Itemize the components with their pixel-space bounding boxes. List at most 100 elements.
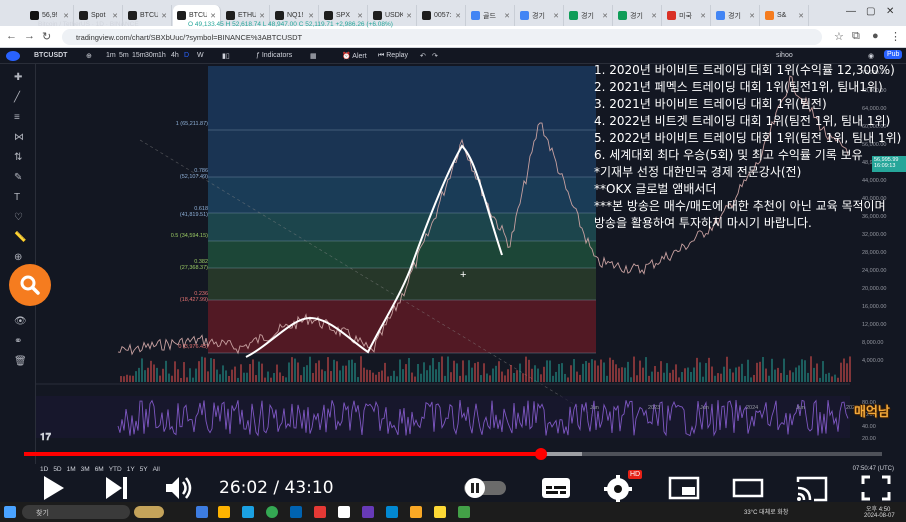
volume-bar (306, 365, 308, 382)
widgets-icon[interactable] (134, 506, 164, 518)
fib-level-label: 1 (65,211.87) (175, 121, 208, 127)
volume-bar (771, 358, 773, 382)
fib-level-label: 0.382 (27,368.37) (179, 259, 208, 271)
volume-bar (441, 356, 443, 382)
volume-bar (234, 366, 236, 382)
cursor-crosshair-icon: + (460, 269, 466, 281)
volume-bar (243, 372, 245, 382)
play-icon[interactable] (42, 474, 66, 502)
miniplayer-icon[interactable] (668, 474, 700, 502)
volume-bar (720, 373, 722, 382)
overlay-line: 3. 2021년 바이비트 트레이딩 대회 1위(팀전) (594, 97, 827, 111)
app-icon-4[interactable] (362, 506, 374, 518)
range-1D[interactable]: 1D (40, 466, 48, 473)
fib-level-label: 0.786 (52,107.49) (179, 168, 208, 180)
range-5Y[interactable]: 5Y (140, 466, 148, 473)
tray-time[interactable]: 오후 4:50 (866, 504, 890, 513)
range-6M[interactable]: 6M (95, 466, 104, 473)
volume-bar (726, 356, 728, 382)
volume-bar (498, 361, 500, 382)
weather-info[interactable]: 33°C 대체로 화창 (744, 507, 788, 516)
volume-bar (687, 367, 689, 382)
volume-bar (723, 366, 725, 382)
range-5D[interactable]: 5D (53, 466, 61, 473)
next-icon[interactable] (104, 474, 130, 502)
time-tick-label: 2023 (648, 405, 661, 411)
fullscreen-icon[interactable] (860, 474, 892, 502)
subtitles-icon[interactable] (540, 474, 572, 502)
search-button[interactable] (9, 264, 51, 306)
volume-bar (153, 364, 155, 382)
app-icon-2[interactable] (314, 506, 326, 518)
chrome-icon[interactable] (266, 506, 278, 518)
volume-bar (657, 371, 659, 382)
duration: 43:10 (284, 478, 334, 498)
price-tick-label: 8,000.00 (862, 340, 884, 346)
volume-bar (405, 364, 407, 382)
progress-played (24, 452, 542, 456)
volume-bar (477, 361, 479, 382)
app-icon-1[interactable] (290, 506, 302, 518)
volume-bar (795, 367, 797, 382)
volume-bar (513, 372, 515, 382)
volume-bar (597, 365, 599, 382)
volume-icon[interactable] (164, 474, 194, 502)
volume-bar (825, 373, 827, 382)
volume-bar (408, 357, 410, 382)
app-icon-6[interactable] (410, 506, 422, 518)
volume-bar (432, 358, 434, 382)
overlay-line: 5. 2022년 바이비트 트레이딩 대회 1위(팀전 1위, 팀내 1위) (594, 131, 902, 145)
app-icon-7[interactable] (458, 506, 470, 518)
volume-bar (123, 376, 125, 382)
kakaotalk-icon[interactable] (434, 506, 446, 518)
volume-bar (573, 359, 575, 382)
volume-bar (168, 373, 170, 382)
volume-bars (120, 356, 851, 382)
range-YTD[interactable]: YTD (109, 466, 122, 473)
volume-bar (255, 375, 257, 382)
volume-bar (300, 375, 302, 382)
start-icon[interactable] (4, 506, 16, 518)
app-icon-5[interactable] (386, 506, 398, 518)
volume-bar (264, 377, 266, 382)
volume-bar (480, 375, 482, 382)
volume-bar (354, 362, 356, 382)
volume-bar (474, 363, 476, 382)
cast-icon[interactable] (796, 474, 828, 502)
edge-icon[interactable] (242, 506, 254, 518)
volume-bar (630, 377, 632, 382)
theater-mode-icon[interactable] (732, 474, 764, 502)
video-progress-bar[interactable] (24, 448, 882, 460)
volume-bar (180, 377, 182, 382)
fib-zone-0.786 (208, 130, 596, 177)
volume-bar (285, 377, 287, 382)
volume-bar (396, 376, 398, 382)
volume-bar (822, 361, 824, 382)
volume-bar (465, 375, 467, 382)
volume-bar (390, 375, 392, 382)
volume-bar (315, 363, 317, 382)
volume-bar (807, 372, 809, 382)
taskbar-search[interactable]: 찾기 (22, 505, 130, 519)
task-view-icon[interactable] (196, 506, 208, 518)
volume-bar (747, 359, 749, 382)
fib-zone-top (208, 66, 596, 130)
volume-bar (420, 373, 422, 382)
autoplay-toggle-icon[interactable] (462, 477, 508, 499)
file-explorer-icon[interactable] (218, 506, 230, 518)
range-1Y[interactable]: 1Y (127, 466, 135, 473)
app-icon-3[interactable] (338, 506, 350, 518)
volume-bar (471, 367, 473, 382)
range-3M[interactable]: 3M (81, 466, 90, 473)
volume-bar (399, 359, 401, 382)
time-tick-label: 2024 (746, 405, 759, 411)
volume-bar (831, 376, 833, 382)
volume-bar (543, 366, 545, 382)
range-1M[interactable]: 1M (67, 466, 76, 473)
volume-bar (282, 375, 284, 382)
tray-date[interactable]: 2024-08-07 (864, 513, 895, 519)
volume-bar (696, 357, 698, 382)
range-All[interactable]: All (153, 466, 160, 473)
fib-level-label: 0.618 (41,819.51) (179, 206, 208, 218)
volume-bar (447, 356, 449, 382)
